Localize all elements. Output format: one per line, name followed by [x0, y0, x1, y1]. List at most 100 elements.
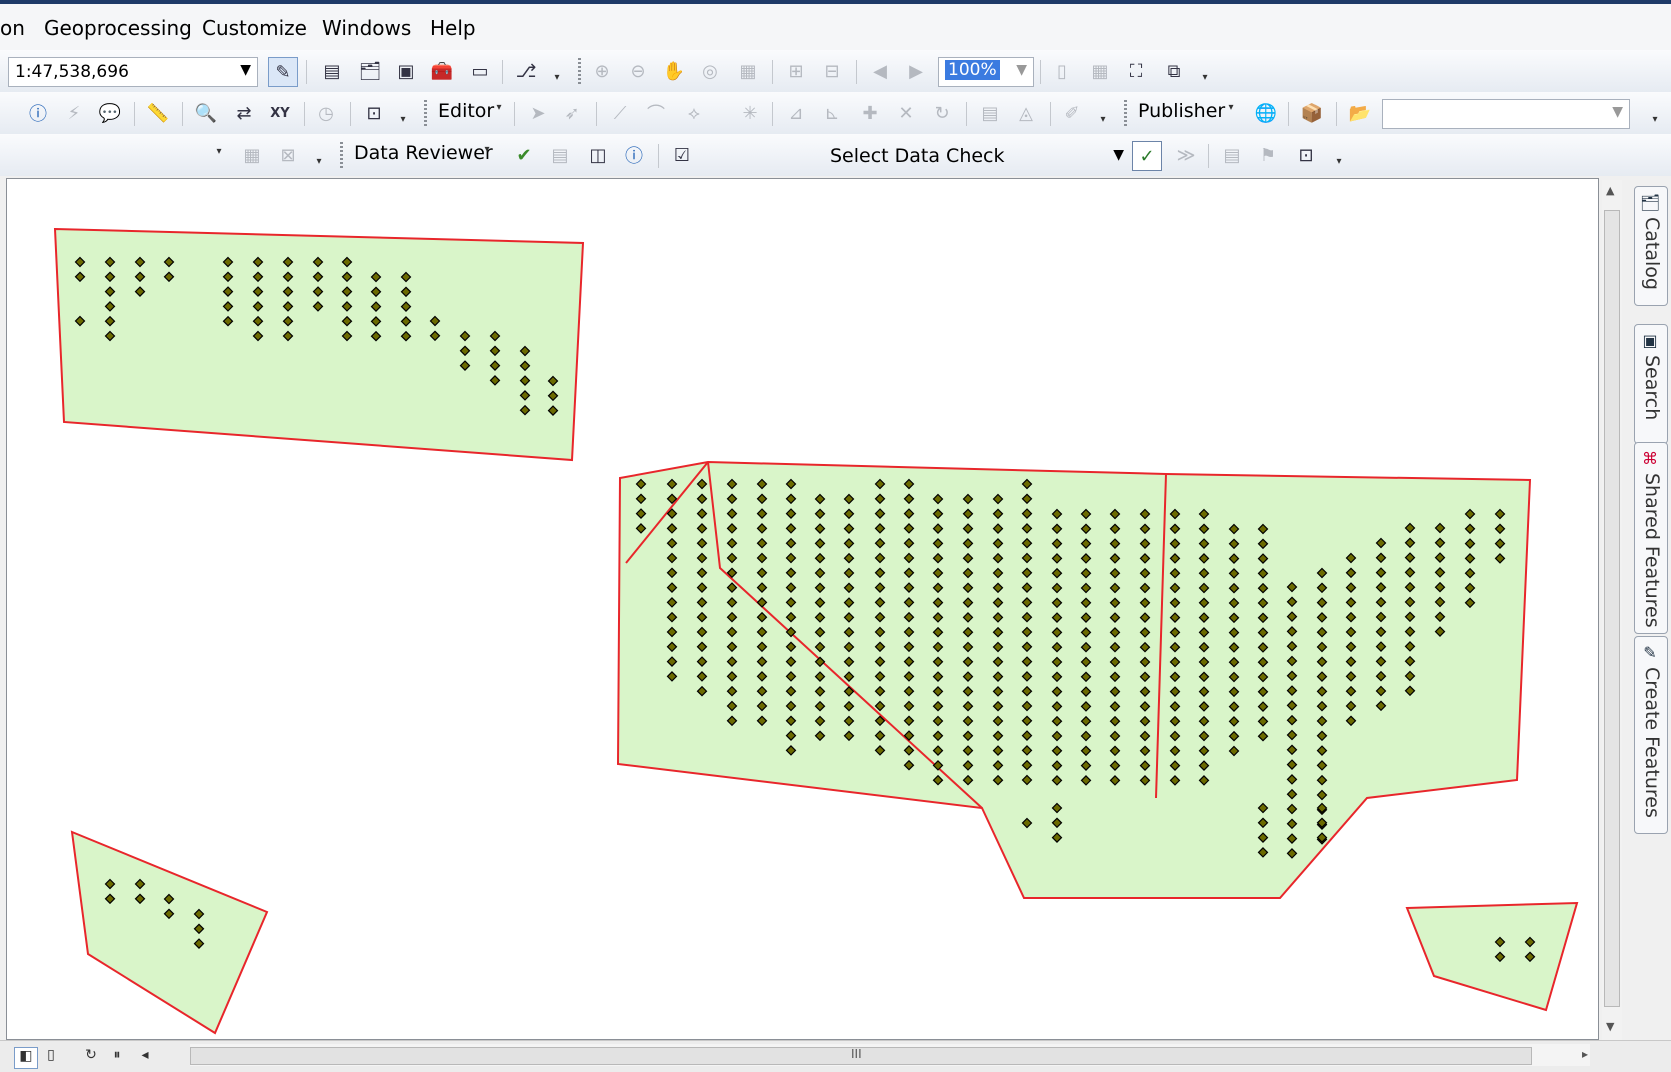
chevron-down-icon[interactable]: ▾: [494, 102, 504, 116]
grid-tool-icon[interactable]: ▦: [238, 141, 266, 169]
run-check-icon[interactable]: ✓: [1132, 141, 1162, 171]
toolbar-options-icon[interactable]: ▾: [1650, 114, 1660, 128]
publisher-combobox[interactable]: ▼: [1382, 99, 1630, 129]
time-slider-icon[interactable]: ◷: [312, 99, 340, 127]
menu-item-customize[interactable]: Customize: [202, 16, 307, 40]
horizontal-scrollbar[interactable]: III ▸: [190, 1044, 1590, 1066]
toolbar-options-icon[interactable]: ▾: [1200, 72, 1210, 86]
toggle-draft-mode-icon[interactable]: ▯: [1048, 57, 1076, 85]
tab-catalog[interactable]: 🗂 Catalog: [1634, 186, 1668, 306]
pan-icon[interactable]: ✋: [660, 57, 688, 85]
attributes-icon[interactable]: ▤: [976, 99, 1004, 127]
reshape-icon[interactable]: ⊾: [818, 99, 846, 127]
change-layout-icon[interactable]: ⛶: [1122, 57, 1150, 85]
chevron-down-icon[interactable]: ▼: [240, 62, 251, 78]
edit-vertices-icon[interactable]: ⊿: [782, 99, 810, 127]
zoom-out-fixed-icon[interactable]: ⊖: [624, 57, 652, 85]
sketch-properties-icon[interactable]: ◬: [1012, 99, 1040, 127]
reviewer-session-icon[interactable]: ✔: [510, 141, 538, 169]
find-route-icon[interactable]: ⇄: [230, 99, 258, 127]
search-window-icon[interactable]: ▣: [392, 57, 420, 85]
measure-icon[interactable]: 📏: [144, 99, 172, 127]
html-popup-icon[interactable]: 💬: [96, 99, 124, 127]
publisher-menu-button[interactable]: Publisher: [1138, 100, 1225, 122]
chevron-down-icon[interactable]: ▼: [1113, 147, 1124, 163]
horizontal-scroll-thumb[interactable]: III: [190, 1047, 1532, 1065]
toolbar-options-icon[interactable]: ▾: [552, 72, 562, 86]
editor-menu-button[interactable]: Editor: [438, 100, 494, 122]
menu-item-windows[interactable]: Windows: [322, 16, 411, 40]
forward-extent-icon[interactable]: ▶: [902, 57, 930, 85]
split-icon[interactable]: ✕: [892, 99, 920, 127]
end-point-arc-icon[interactable]: ⌒: [642, 99, 670, 127]
catalog-window-icon[interactable]: 🗂: [356, 57, 384, 85]
fixed-zoom-out-icon[interactable]: ⊟: [818, 57, 846, 85]
reviewer-add-icon[interactable]: ▤: [1218, 141, 1246, 169]
rotate-icon[interactable]: ↻: [928, 99, 956, 127]
zoom-whole-page-icon[interactable]: ▦: [734, 57, 762, 85]
zoom-combobox[interactable]: 100% ▼: [938, 57, 1034, 87]
toolbar-options-icon[interactable]: ▾: [1334, 156, 1344, 170]
reviewer-flag-icon[interactable]: ⚑: [1254, 141, 1282, 169]
reviewer-zoom-icon[interactable]: ⊡: [1292, 141, 1320, 169]
run-check-all-icon[interactable]: ≫: [1172, 141, 1200, 169]
map-display[interactable]: [6, 178, 1599, 1040]
chevron-down-icon[interactable]: ▾: [214, 146, 224, 160]
straight-segment-icon[interactable]: ⟋: [606, 99, 634, 127]
menu-item-help[interactable]: Help: [430, 16, 476, 40]
reviewer-window-icon[interactable]: ◫: [584, 141, 612, 169]
reviewer-info-icon[interactable]: ⓘ: [620, 141, 648, 169]
scale-combobox[interactable]: 1:47,538,696 ▼: [8, 57, 258, 87]
data-reviewer-menu-button[interactable]: Data Reviewer: [354, 142, 493, 164]
point-icon[interactable]: ✳: [736, 99, 764, 127]
hyperlink-icon[interactable]: ⚡: [60, 99, 88, 127]
editor-toolbar-icon[interactable]: ✎: [268, 57, 298, 87]
pause-drawing-icon[interactable]: ⏸: [106, 1047, 128, 1067]
focus-data-frame-icon[interactable]: ▦: [1086, 57, 1114, 85]
tab-create-features[interactable]: ✎ Create Features: [1634, 636, 1668, 834]
map-polygon-3[interactable]: [70, 830, 269, 1035]
chevron-down-icon[interactable]: ▾: [482, 144, 492, 158]
back-extent-icon[interactable]: ◀: [866, 57, 894, 85]
zoom-100-icon[interactable]: ⊞: [782, 57, 810, 85]
create-viewer-icon[interactable]: ⊡: [360, 99, 388, 127]
batch-validate-icon[interactable]: ☑: [668, 141, 696, 169]
grid-erase-icon[interactable]: ⊠: [274, 141, 302, 169]
edit-annotation-icon[interactable]: ➶: [558, 99, 586, 127]
chevron-down-icon[interactable]: ▾: [1226, 102, 1236, 116]
python-window-icon[interactable]: ▭: [466, 57, 494, 85]
vertical-scroll-thumb[interactable]: [1604, 210, 1620, 1007]
arctoolbox-icon[interactable]: 🧰: [428, 57, 456, 85]
toolbar-options-icon[interactable]: ▾: [398, 114, 408, 128]
menu-item-selection[interactable]: on: [0, 16, 25, 40]
chevron-down-icon[interactable]: ▼: [1612, 104, 1623, 120]
vertical-scrollbar[interactable]: ▲ ▼: [1602, 180, 1622, 1040]
model-builder-icon[interactable]: ⎇: [512, 57, 540, 85]
data-driven-pages-icon[interactable]: ⧉: [1160, 57, 1188, 85]
map-canvas[interactable]: [7, 179, 1598, 1039]
cut-polygons-icon[interactable]: ✚: [856, 99, 884, 127]
chevron-down-icon[interactable]: ▼: [1016, 62, 1027, 78]
tab-shared-features[interactable]: ⌘ Shared Features: [1634, 442, 1668, 634]
toolbar-options-icon[interactable]: ▾: [314, 156, 324, 170]
scroll-right-icon[interactable]: ▸: [1582, 1047, 1588, 1061]
data-view-icon[interactable]: ◧: [14, 1047, 38, 1069]
create-features-icon[interactable]: ✐: [1058, 99, 1086, 127]
menu-item-geoprocessing[interactable]: Geoprocessing: [44, 16, 192, 40]
find-icon[interactable]: 🔍: [192, 99, 220, 127]
layout-view-icon[interactable]: ▯: [40, 1047, 62, 1067]
refresh-icon[interactable]: ↻: [80, 1047, 102, 1067]
identify-icon[interactable]: ⓘ: [24, 99, 52, 127]
table-of-contents-icon[interactable]: ▤: [318, 57, 346, 85]
map-polygon-2[interactable]: [616, 460, 1532, 899]
full-extent-icon[interactable]: ◎: [696, 57, 724, 85]
tab-search[interactable]: ▣ Search: [1634, 324, 1668, 444]
open-map-package-icon[interactable]: 📦: [1298, 99, 1326, 127]
reviewer-table-icon[interactable]: ▤: [546, 141, 574, 169]
scroll-down-icon[interactable]: ▼: [1606, 1020, 1614, 1033]
zoom-in-fixed-icon[interactable]: ⊕: [588, 57, 616, 85]
trace-icon[interactable]: ⟡: [680, 99, 708, 127]
publish-globe-icon[interactable]: 🌐: [1252, 99, 1280, 127]
go-to-xy-icon[interactable]: XY: [266, 99, 294, 127]
edit-tool-icon[interactable]: ➤: [524, 99, 552, 127]
